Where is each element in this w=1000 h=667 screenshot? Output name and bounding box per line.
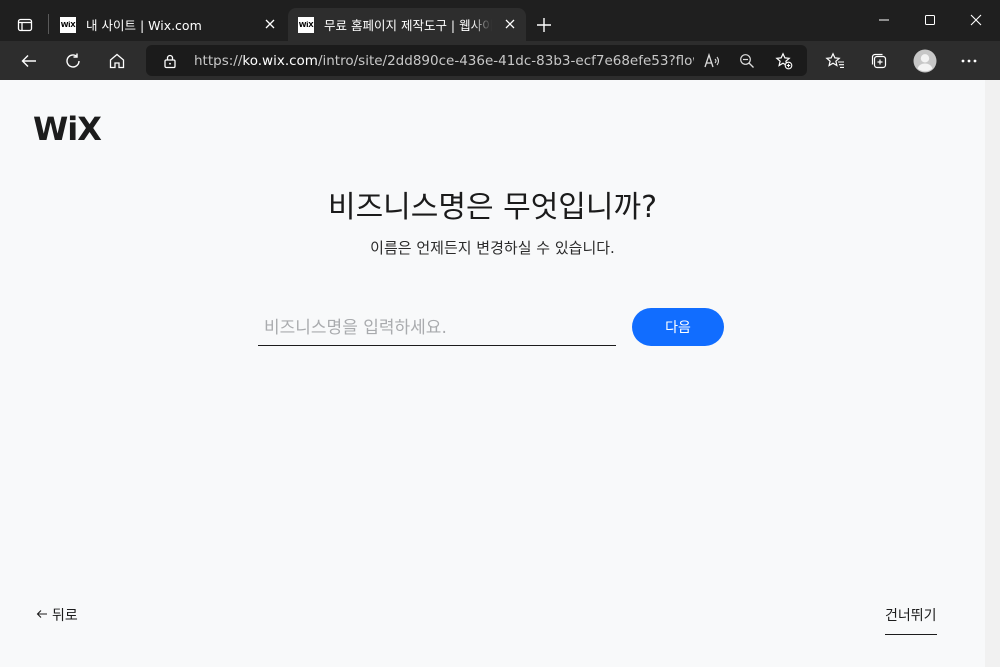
- tab-title: 내 사이트 | Wix.com: [86, 18, 202, 33]
- page-title: 비즈니스명은 무엇입니까?: [327, 190, 658, 225]
- back-link[interactable]: 뒤로: [36, 605, 78, 625]
- profile-icon[interactable]: [912, 48, 938, 74]
- skip-link[interactable]: 건너뛰기: [885, 605, 937, 635]
- back-label: 뒤로: [52, 608, 78, 624]
- home-icon[interactable]: [106, 50, 128, 72]
- tab-separator: [48, 14, 49, 34]
- read-aloud-icon[interactable]: [702, 51, 722, 71]
- browser-toolbar: https://ko.wix.com/intro/site/2dd890ce-4…: [0, 41, 1000, 80]
- business-name-input[interactable]: [258, 310, 616, 346]
- scrollbar[interactable]: [985, 80, 1000, 667]
- next-button[interactable]: 다음: [632, 308, 724, 346]
- add-favorite-icon[interactable]: [774, 51, 794, 71]
- favorites-icon[interactable]: [824, 50, 846, 72]
- more-icon[interactable]: [958, 50, 980, 72]
- tab-bar: WiX 내 사이트 | Wix.com WiX 무료 홈페이지 제작도구 | 웹…: [0, 0, 1000, 41]
- page-subtitle: 이름은 언제든지 변경하실 수 있습니다.: [370, 239, 615, 257]
- url-prefix: https://: [194, 53, 243, 69]
- close-icon[interactable]: [262, 16, 278, 32]
- collections-icon[interactable]: [868, 50, 890, 72]
- lock-icon[interactable]: [160, 51, 180, 71]
- close-icon[interactable]: [502, 16, 518, 32]
- tab-homepage-builder[interactable]: WiX 무료 홈페이지 제작도구 | 웹사이트: [288, 8, 526, 41]
- tab-my-sites[interactable]: WiX 내 사이트 | Wix.com: [50, 8, 286, 41]
- page-content: WiX 비즈니스명은 무엇입니까? 이름은 언제든지 변경하실 수 있습니다. …: [0, 80, 985, 667]
- wix-favicon-icon: WiX: [298, 16, 314, 33]
- minimize-icon[interactable]: [874, 10, 894, 30]
- wix-logo: WiX: [33, 110, 102, 148]
- tab-actions-icon[interactable]: [12, 12, 38, 38]
- back-icon[interactable]: [18, 50, 40, 72]
- refresh-icon[interactable]: [62, 50, 84, 72]
- plus-icon[interactable]: [534, 15, 554, 35]
- tab-title: 무료 홈페이지 제작도구 | 웹사이트: [324, 18, 492, 33]
- arrow-left-icon: [36, 607, 48, 623]
- wix-favicon-icon: WiX: [60, 16, 76, 33]
- url-path: /intro/site/2dd890ce-436e-41dc-83b3-ecf7…: [317, 53, 694, 69]
- address-bar[interactable]: https://ko.wix.com/intro/site/2dd890ce-4…: [146, 45, 807, 76]
- window-close-icon[interactable]: [966, 10, 986, 30]
- url-text[interactable]: https://ko.wix.com/intro/site/2dd890ce-4…: [194, 53, 694, 69]
- maximize-icon[interactable]: [920, 10, 940, 30]
- url-domain: ko.wix.com: [242, 53, 318, 69]
- zoom-icon[interactable]: [737, 51, 757, 71]
